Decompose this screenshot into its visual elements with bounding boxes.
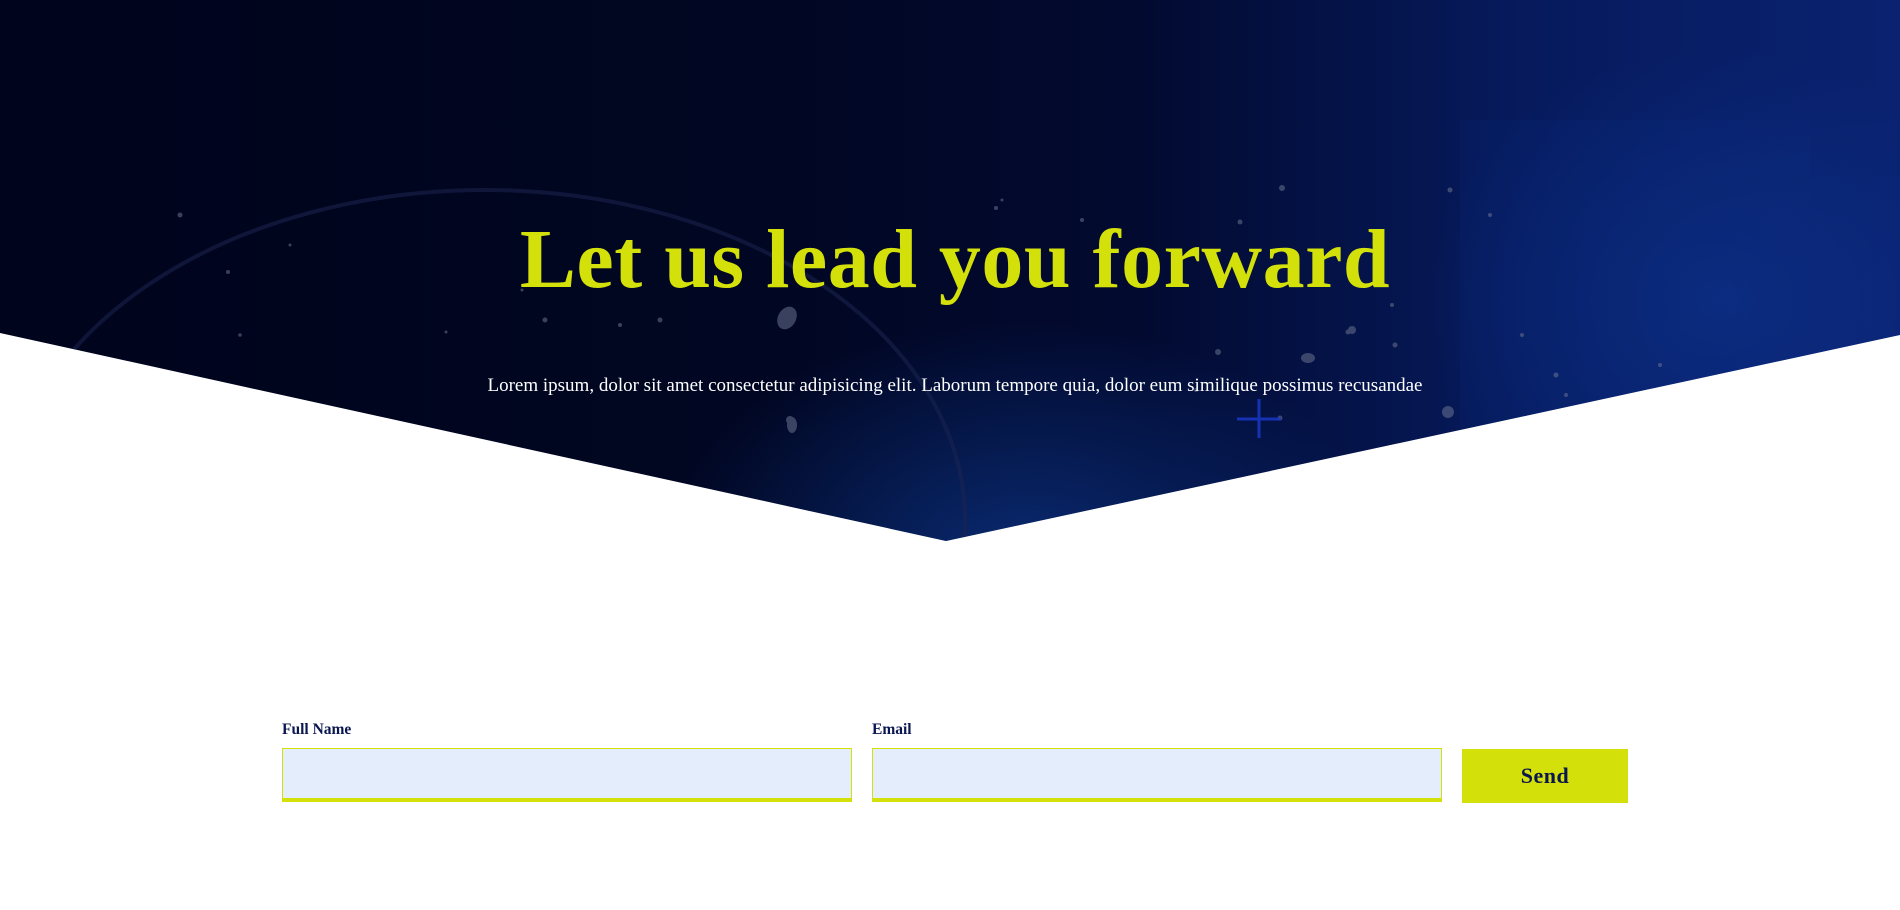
full-name-input[interactable] xyxy=(282,748,852,802)
full-name-label: Full Name xyxy=(282,721,352,738)
full-name-field: Full Name xyxy=(282,720,852,802)
email-field: Email xyxy=(872,720,1442,802)
send-button[interactable]: Send xyxy=(1462,749,1628,803)
email-label: Email xyxy=(872,721,912,738)
hero-title: Let us lead you forward xyxy=(519,213,1391,306)
email-input[interactable] xyxy=(872,748,1442,802)
hero-subtitle: Lorem ipsum, dolor sit amet consectetur … xyxy=(487,375,1423,396)
contact-form: Full Name Email Send xyxy=(282,720,1628,810)
page: Let us lead you forward Lorem ipsum, dol… xyxy=(0,0,1900,910)
hero-section: Let us lead you forward Lorem ipsum, dol… xyxy=(0,0,1900,541)
plus-icon xyxy=(1237,399,1281,438)
